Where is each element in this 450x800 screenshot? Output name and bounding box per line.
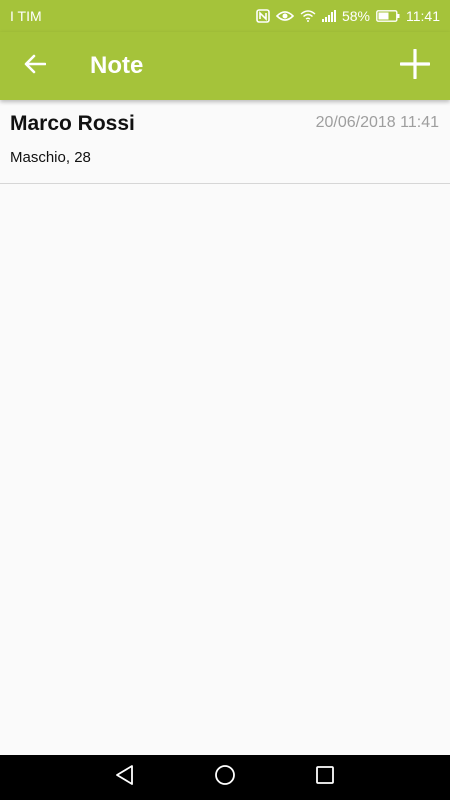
status-icons: 58% 11:41 (256, 8, 440, 24)
wifi-icon (300, 8, 316, 24)
nav-back-button[interactable] (106, 759, 144, 797)
list-item[interactable]: Marco Rossi 20/06/2018 11:41 Maschio, 28 (0, 100, 450, 184)
note-datetime: 20/06/2018 11:41 (315, 114, 439, 131)
status-time: 11:41 (406, 8, 440, 24)
notes-list: Marco Rossi 20/06/2018 11:41 Maschio, 28 (0, 100, 450, 755)
recents-square-icon (315, 765, 335, 790)
arrow-back-icon (24, 54, 47, 79)
add-note-button[interactable] (380, 32, 450, 100)
note-details: Maschio, 28 (10, 149, 91, 166)
signal-icon (321, 8, 336, 24)
plus-icon (399, 47, 431, 84)
carrier-label: I TIM (10, 8, 42, 24)
eye-icon (275, 8, 294, 24)
status-bar: I TIM 58% 11:41 (0, 0, 450, 32)
app-bar: Note (0, 32, 450, 100)
battery-percent: 58% (341, 8, 370, 24)
back-triangle-icon (114, 764, 136, 791)
home-circle-icon (214, 764, 236, 791)
back-button[interactable] (0, 32, 70, 100)
system-nav-bar (0, 755, 450, 800)
page-title: Note (90, 52, 144, 79)
battery-icon (376, 8, 400, 24)
nav-home-button[interactable] (206, 759, 244, 797)
nfc-icon (256, 8, 270, 24)
nav-recents-button[interactable] (306, 759, 344, 797)
